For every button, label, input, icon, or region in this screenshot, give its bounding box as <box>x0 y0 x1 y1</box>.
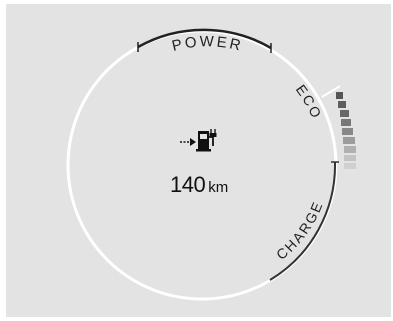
eco-bar-segment <box>340 110 349 117</box>
range-unit: km <box>208 179 229 196</box>
eco-bar-segment <box>344 163 356 169</box>
eco-bar-segment <box>336 92 343 99</box>
power-label: POWER <box>170 33 244 55</box>
range-value: 140 <box>170 172 206 197</box>
power-meter-gauge: POWER ECO CHARGE <box>66 28 356 301</box>
eco-bar-segment <box>344 155 356 161</box>
eco-bar-segment <box>338 101 346 108</box>
eco-bar-segment <box>342 128 353 135</box>
eco-bar-segment <box>343 137 355 144</box>
fuel-pump-plug-icon <box>180 129 217 152</box>
range-readout: 140 km <box>170 172 228 198</box>
eco-level-bar <box>321 85 356 169</box>
eco-bar-segment <box>341 119 351 126</box>
arrow-right-icon <box>180 138 196 146</box>
eco-bar-segment <box>344 146 356 153</box>
